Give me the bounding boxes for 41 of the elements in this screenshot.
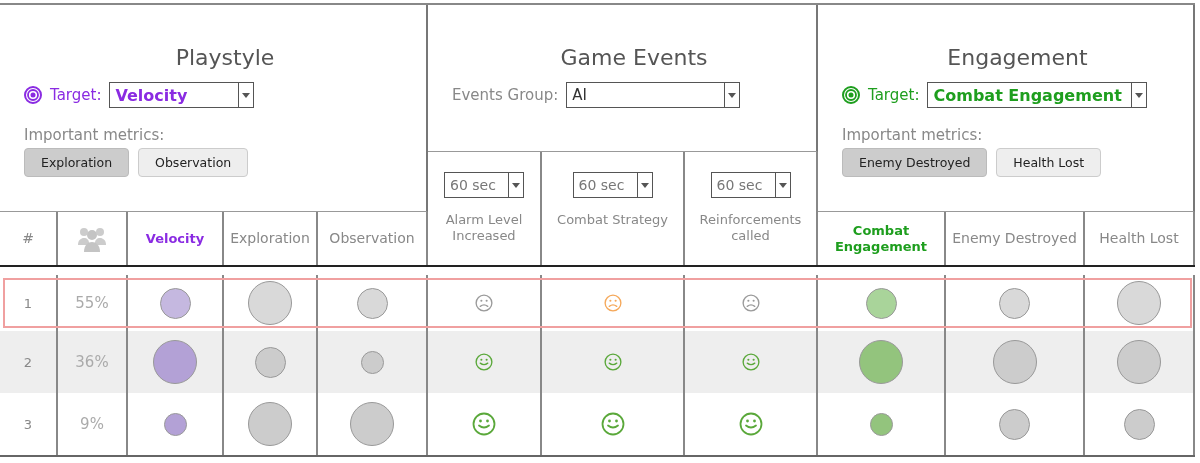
caret-icon	[640, 182, 649, 188]
column-header: Exploration	[230, 230, 310, 247]
interval-dropdown[interactable]: 60 sec	[572, 172, 653, 198]
group-icon	[77, 225, 107, 252]
table-cell: 9%	[58, 393, 128, 455]
metric-toggle[interactable]: Exploration	[24, 148, 130, 177]
target-dropdown[interactable]: Velocity	[109, 82, 255, 108]
caret-icon	[778, 182, 787, 188]
metric-toggle[interactable]: Health Lost	[996, 148, 1102, 177]
table-row[interactable]: 2 36%	[0, 331, 1195, 393]
caret-icon	[512, 182, 520, 188]
column-header: Reinforcements called	[698, 212, 803, 244]
column-header: #	[22, 230, 34, 247]
caret-icon	[728, 92, 737, 98]
column-header: Alarm Level Increased	[444, 212, 524, 244]
events-group-label: Events Group:	[452, 86, 559, 104]
column-header: Enemy Destroyed	[952, 230, 1077, 247]
metric-toggle[interactable]: Enemy Destroyed	[842, 148, 988, 177]
events-group-dropdown[interactable]: AI	[566, 82, 741, 108]
column-header: Health Lost	[1099, 230, 1179, 247]
table-row[interactable]: 1 55%	[0, 275, 1195, 331]
caret-icon	[242, 92, 251, 98]
section-title: Playstyle	[175, 45, 275, 70]
target-label: Target:	[50, 86, 102, 104]
metric-toggle[interactable]: Observation	[138, 148, 249, 177]
target-label: Target:	[868, 86, 920, 104]
interval-dropdown[interactable]: 60 sec	[444, 172, 524, 198]
interval-dropdown[interactable]: 60 sec	[710, 172, 791, 198]
section-title: Game Events	[560, 45, 708, 70]
table-cell: 3	[0, 393, 58, 455]
column-header: Combat Strategy	[557, 212, 668, 228]
target-icon	[842, 86, 860, 104]
target-dropdown[interactable]: Combat Engagement	[927, 82, 1148, 108]
section-title: Engagement	[947, 45, 1088, 70]
metrics-label: Important metrics:	[24, 126, 165, 144]
column-header: Combat Engagement	[833, 222, 929, 255]
column-header: Observation	[329, 230, 415, 247]
metrics-label: Important metrics:	[842, 126, 983, 144]
column-header: Velocity	[145, 230, 205, 247]
target-icon	[24, 86, 42, 104]
caret-icon	[1135, 92, 1144, 98]
